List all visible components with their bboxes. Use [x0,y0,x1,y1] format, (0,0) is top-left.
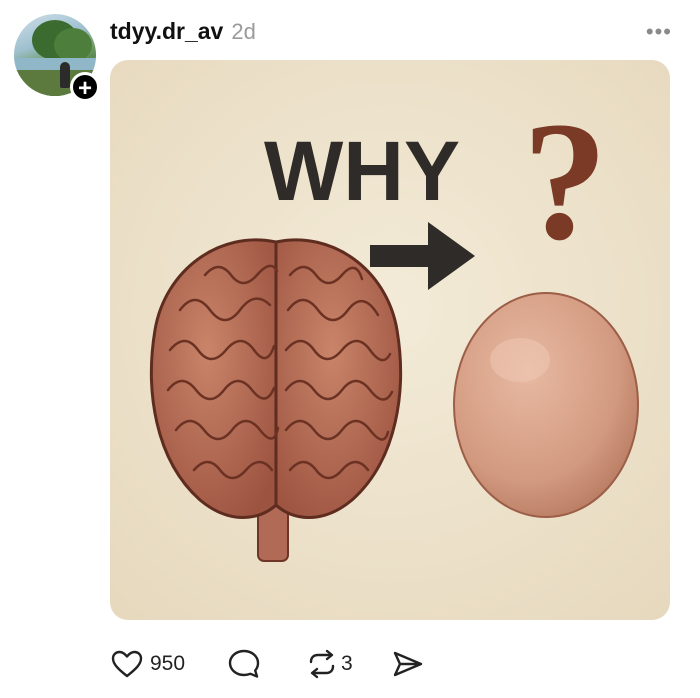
send-icon[interactable] [391,649,425,679]
post-actions: 950 3 [110,644,425,684]
post-header: tdyy.dr_av 2d [110,18,256,48]
heart-icon[interactable] [110,649,144,679]
more-options-icon[interactable]: ••• [646,21,672,43]
repost-button[interactable]: 3 [305,648,353,680]
avatar-person [60,62,70,88]
post-image-canvas: WHY ? [110,60,670,620]
follow-plus-icon[interactable]: + [70,72,100,102]
share-button[interactable] [391,649,425,679]
like-button[interactable]: 950 [110,649,185,679]
why-text: WHY [264,124,460,218]
question-mark: ? [523,87,608,275]
comment-button[interactable] [227,648,261,680]
like-count: 950 [150,652,186,675]
egg-illustration [453,292,639,518]
avatar-tree [54,28,92,62]
post-author-avatar-wrap[interactable]: + [14,14,100,102]
username[interactable]: tdyy.dr_av [110,18,223,45]
comment-icon[interactable] [227,648,261,680]
repost-count: 3 [341,652,353,675]
repost-icon[interactable] [305,648,339,680]
post-timestamp: 2d [231,19,256,44]
post-image[interactable]: WHY ? [110,60,670,620]
